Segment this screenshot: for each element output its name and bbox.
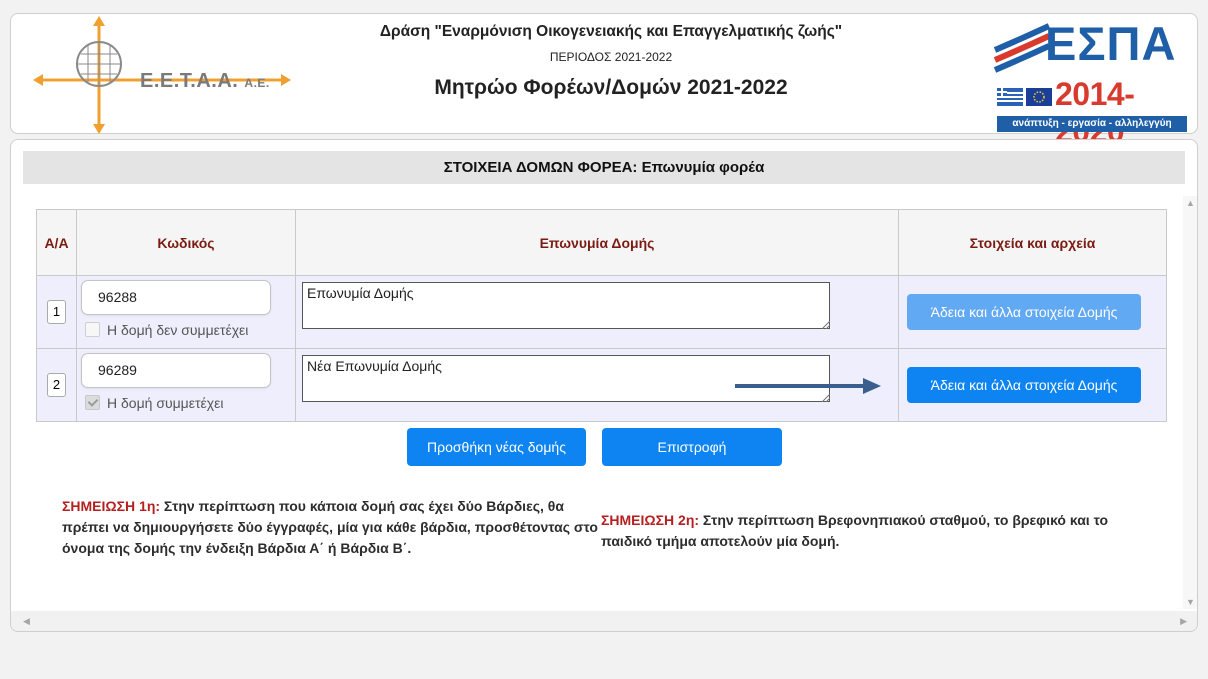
eetaa-logo-icon: E.E.T.A.A. Α.Ε. — [33, 16, 293, 134]
back-button[interactable]: Επιστροφή — [602, 428, 782, 466]
structure-name-textarea[interactable]: Επωνυμία Δομής — [302, 282, 830, 329]
espa-logo-icon: ΕΣΠΑ 2014-2020 ανάπτυξη - εργασία - αλλη… — [993, 16, 1189, 149]
period-label: ΠΕΡΙΟΔΟΣ 2021-2022 — [549, 50, 673, 64]
section-title: ΣΤΟΙΧΕΙΑ ΔΟΜΩΝ ΦΟΡΕΑ: Επωνυμία φορέα — [23, 151, 1185, 184]
header-aa: Α/Α — [36, 209, 77, 276]
espa-word: ΕΣΠΑ — [1045, 17, 1177, 70]
files-button[interactable]: Άδεια και άλλα στοιχεία Δομής — [907, 367, 1141, 403]
scroll-right-icon[interactable]: ▶ — [1180, 616, 1187, 627]
eu-flag-icon — [1026, 88, 1052, 106]
table-row: 1 96288 Η δομή δεν συμμετέχει Επωνυμία Δ… — [36, 275, 1167, 349]
participation-label: Η δομή συμμετέχει — [107, 395, 224, 411]
eetaa-logo-text: E.E.T.A.A. Α.Ε. — [140, 70, 270, 92]
row-index: 2 — [47, 373, 66, 397]
header-code: Κωδικός — [76, 209, 296, 276]
page-title: Μητρώο Φορέων/Δομών 2021-2022 — [434, 76, 788, 99]
note-1-label: ΣΗΜΕΙΩΣΗ 1η: — [62, 498, 161, 514]
espa-tagline: ανάπτυξη - εργασία - αλληλεγγύη — [997, 116, 1187, 132]
checkbox-icon[interactable] — [85, 395, 100, 410]
header-card: E.E.T.A.A. Α.Ε. Δράση "Εναρμόνιση Οικογε… — [10, 13, 1198, 149]
scroll-left-icon[interactable]: ◀ — [23, 616, 30, 627]
header-files: Στοιχεία και αρχεία — [898, 209, 1167, 276]
checkbox-icon[interactable] — [85, 322, 100, 337]
files-button[interactable]: Άδεια και άλλα στοιχεία Δομής — [907, 294, 1141, 330]
note-1: ΣΗΜΕΙΩΣΗ 1η: Στην περίπτωση που κάποια δ… — [62, 496, 602, 559]
scroll-down-icon[interactable]: ▼ — [1186, 597, 1195, 607]
note-2: ΣΗΜΕΙΩΣΗ 2η: Στην περίπτωση Βρεφονηπιακο… — [601, 510, 1161, 552]
participation-label: Η δομή δεν συμμετέχει — [107, 322, 249, 338]
participation-checkbox[interactable]: Η δομή συμμετέχει — [85, 395, 223, 411]
main-card: ΣΤΟΙΧΕΙΑ ΔΟΜΩΝ ΦΟΡΕΑ: Επωνυμία φορέα Α/Α… — [10, 139, 1198, 632]
header-center: Δράση "Εναρμόνιση Οικογενειακής και Επαγ… — [311, 14, 911, 100]
header-name: Επωνυμία Δομής — [295, 209, 899, 276]
note-2-label: ΣΗΜΕΙΩΣΗ 2η: — [601, 512, 700, 528]
table-row: 2 96289 Η δομή συμμετέχει Νέα Επωνυμία Δ… — [36, 348, 1167, 422]
row-index: 1 — [47, 300, 66, 324]
code-input[interactable]: 96288 — [81, 280, 271, 315]
greek-flag-icon — [997, 88, 1023, 106]
add-structure-button[interactable]: Προσθήκη νέας δομής — [407, 428, 586, 466]
table-header-row: Α/Α Κωδικός Επωνυμία Δομής Στοιχεία και … — [36, 209, 1167, 276]
participation-checkbox[interactable]: Η δομή δεν συμμετέχει — [85, 322, 248, 338]
arrow-right-icon — [735, 378, 881, 394]
scroll-up-icon[interactable]: ▲ — [1186, 198, 1195, 208]
vertical-scrollbar[interactable]: ▲ ▼ — [1183, 196, 1197, 609]
action-title: Δράση "Εναρμόνιση Οικογενειακής και Επαγ… — [379, 23, 843, 40]
horizontal-scrollbar[interactable]: ◀ ▶ — [11, 611, 1197, 631]
resize-grip-icon[interactable] — [822, 321, 830, 329]
structures-table: Α/Α Κωδικός Επωνυμία Δομής Στοιχεία και … — [36, 209, 1167, 422]
code-input[interactable]: 96289 — [81, 353, 271, 388]
